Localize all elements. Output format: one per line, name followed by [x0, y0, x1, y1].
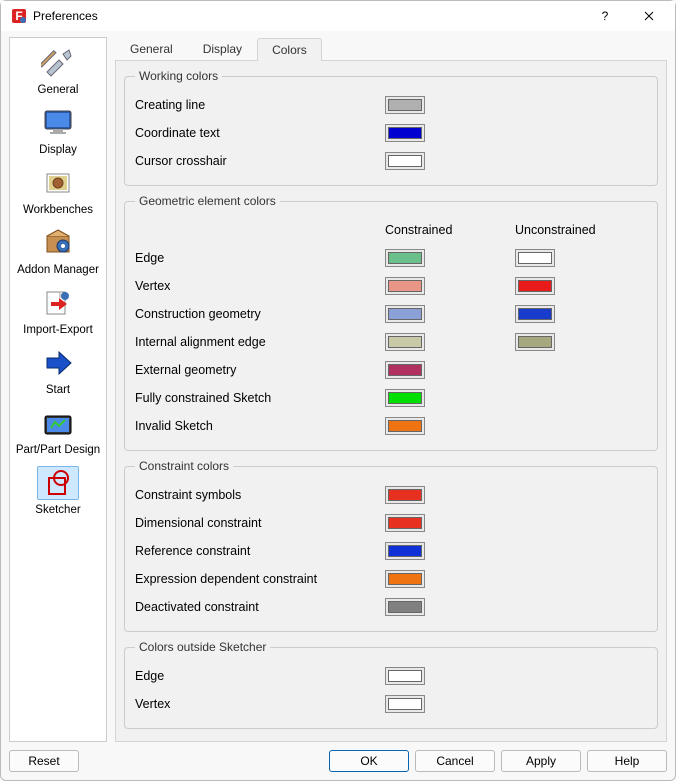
help-button-footer[interactable]: Help: [587, 750, 667, 772]
color-vertex-constrained[interactable]: [385, 277, 425, 295]
label-expression-constraint: Expression dependent constraint: [135, 572, 385, 586]
sidebar-item-part-design[interactable]: Part/Part Design: [12, 400, 104, 460]
color-edge-unconstrained[interactable]: [515, 249, 555, 267]
part-icon: [37, 406, 79, 440]
color-invalid-sketch[interactable]: [385, 417, 425, 435]
label-cursor-crosshair: Cursor crosshair: [135, 154, 385, 168]
label-fully-constrained: Fully constrained Sketch: [135, 391, 385, 405]
label-coordinate-text: Coordinate text: [135, 126, 385, 140]
sidebar-item-start[interactable]: Start: [12, 340, 104, 400]
footer: Reset OK Cancel Apply Help: [1, 746, 675, 780]
window-title: Preferences: [33, 9, 583, 23]
category-sidebar: General Display Workbenches Addon Manage…: [9, 37, 107, 742]
color-internal-constrained[interactable]: [385, 333, 425, 351]
color-fully-constrained[interactable]: [385, 389, 425, 407]
color-outside-vertex[interactable]: [385, 695, 425, 713]
color-constraint-symbols[interactable]: [385, 486, 425, 504]
label-creating-line: Creating line: [135, 98, 385, 112]
tools-icon: [37, 46, 79, 80]
help-button[interactable]: ?: [583, 1, 627, 31]
workbench-icon: [37, 166, 79, 200]
color-external-geometry[interactable]: [385, 361, 425, 379]
sidebar-item-addon-manager[interactable]: Addon Manager: [12, 220, 104, 280]
color-dimensional-constraint[interactable]: [385, 514, 425, 532]
label-constraint-symbols: Constraint symbols: [135, 488, 385, 502]
sidebar-item-general[interactable]: General: [12, 40, 104, 100]
group-working-colors: Working colors Creating line Coordinate …: [124, 69, 658, 186]
group-constraint-colors: Constraint colors Constraint symbols Dim…: [124, 459, 658, 632]
import-export-icon: [37, 286, 79, 320]
arrow-right-icon: [37, 346, 79, 380]
tabs: General Display Colors: [115, 37, 667, 61]
group-geometric-colors: Geometric element colors Constrained Unc…: [124, 194, 658, 451]
apply-button[interactable]: Apply: [501, 750, 581, 772]
label-internal-alignment: Internal alignment edge: [135, 335, 385, 349]
label-deactivated-constraint: Deactivated constraint: [135, 600, 385, 614]
reset-button[interactable]: Reset: [9, 750, 79, 772]
header-unconstrained: Unconstrained: [515, 223, 645, 237]
tab-general[interactable]: General: [115, 37, 188, 60]
label-construction-geometry: Construction geometry: [135, 307, 385, 321]
label-outside-edge: Edge: [135, 669, 385, 683]
close-button[interactable]: [627, 1, 671, 31]
tab-display[interactable]: Display: [188, 37, 257, 60]
titlebar: F Preferences ?: [1, 1, 675, 31]
color-edge-constrained[interactable]: [385, 249, 425, 267]
settings-panel: Working colors Creating line Coordinate …: [115, 61, 667, 742]
label-invalid-sketch: Invalid Sketch: [135, 419, 385, 433]
ok-button[interactable]: OK: [329, 750, 409, 772]
sidebar-item-import-export[interactable]: Import-Export: [12, 280, 104, 340]
color-internal-unconstrained[interactable]: [515, 333, 555, 351]
sidebar-item-sketcher[interactable]: Sketcher: [12, 460, 104, 520]
label-reference-constraint: Reference constraint: [135, 544, 385, 558]
color-reference-constraint[interactable]: [385, 542, 425, 560]
color-creating-line[interactable]: [385, 96, 425, 114]
app-icon: F: [11, 8, 27, 24]
color-vertex-unconstrained[interactable]: [515, 277, 555, 295]
addon-icon: [37, 226, 79, 260]
color-expression-constraint[interactable]: [385, 570, 425, 588]
sidebar-item-display[interactable]: Display: [12, 100, 104, 160]
header-constrained: Constrained: [385, 223, 515, 237]
sidebar-item-workbenches[interactable]: Workbenches: [12, 160, 104, 220]
label-outside-vertex: Vertex: [135, 697, 385, 711]
label-vertex: Vertex: [135, 279, 385, 293]
label-external-geometry: External geometry: [135, 363, 385, 377]
color-cursor-crosshair[interactable]: [385, 152, 425, 170]
color-coordinate-text[interactable]: [385, 124, 425, 142]
label-dimensional-constraint: Dimensional constraint: [135, 516, 385, 530]
color-deactivated-constraint[interactable]: [385, 598, 425, 616]
sketcher-icon: [37, 466, 79, 500]
color-construction-unconstrained[interactable]: [515, 305, 555, 323]
cancel-button[interactable]: Cancel: [415, 750, 495, 772]
label-edge: Edge: [135, 251, 385, 265]
group-outside-colors: Colors outside Sketcher Edge Vertex: [124, 640, 658, 729]
monitor-icon: [37, 106, 79, 140]
color-outside-edge[interactable]: [385, 667, 425, 685]
tab-colors[interactable]: Colors: [257, 38, 322, 61]
color-construction-constrained[interactable]: [385, 305, 425, 323]
